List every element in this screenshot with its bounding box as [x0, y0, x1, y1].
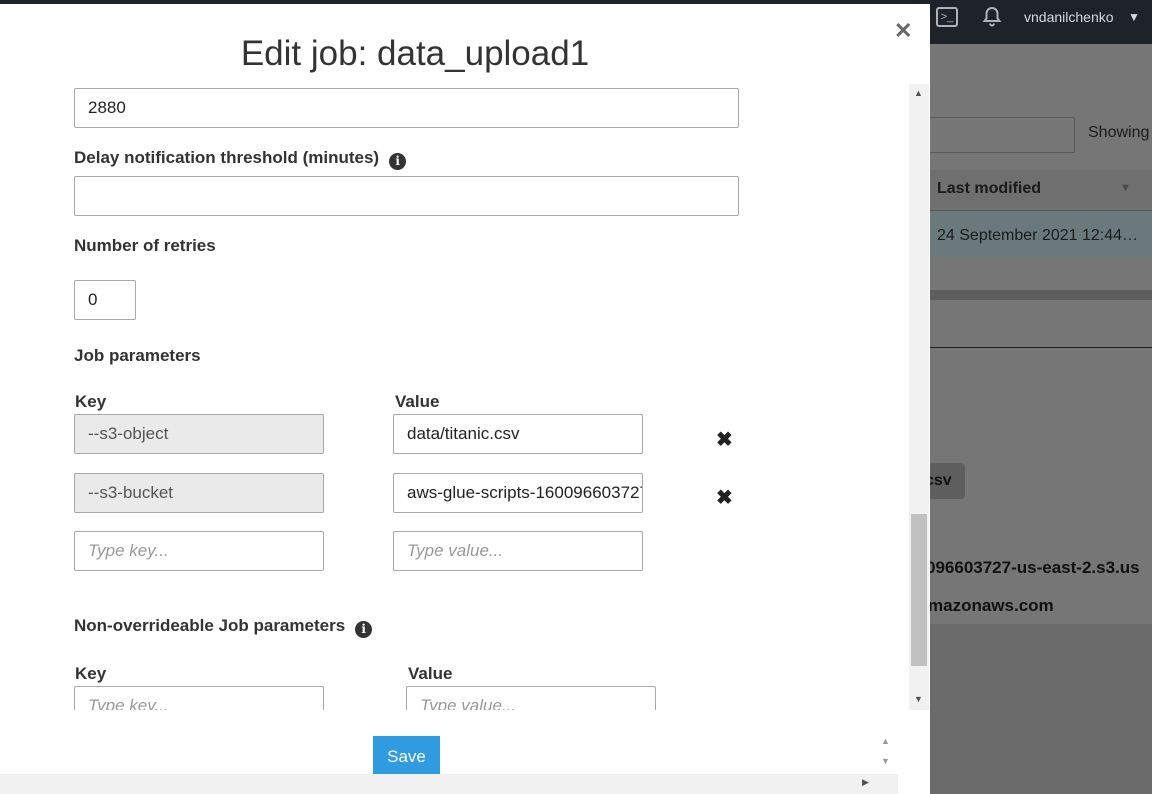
- delay-threshold-label: Delay notification threshold (minutes) i: [74, 148, 407, 170]
- non-override-key-input[interactable]: Type key...: [74, 686, 324, 710]
- scroll-up-icon[interactable]: ▲: [914, 88, 923, 98]
- non-override-key-header: Key: [75, 664, 107, 683]
- sort-icon: ▼: [1120, 182, 1131, 194]
- param-key-input[interactable]: --s3-bucket: [74, 473, 324, 513]
- modal-title: Edit job: data_upload1: [240, 34, 590, 73]
- param-value-input[interactable]: aws-glue-scripts-160096603727: [393, 473, 643, 513]
- last-modified-cell: 24 September 2021 12:44…: [937, 227, 1139, 244]
- delay-threshold-text: Delay notification threshold (minutes): [74, 148, 380, 167]
- info-icon[interactable]: i: [389, 153, 407, 170]
- modal-footer: Save ▲ ▼ ▶: [0, 712, 930, 794]
- scroll-right-icon[interactable]: ▶: [862, 777, 869, 788]
- bell-icon[interactable]: [982, 6, 1002, 28]
- timeout-input[interactable]: 2880: [74, 88, 739, 128]
- scroll-up-icon[interactable]: ▲: [881, 736, 890, 746]
- horizontal-scrollbar[interactable]: ▶: [0, 774, 898, 794]
- background-table-header: Last modified ▼: [925, 170, 1152, 211]
- remove-param-icon[interactable]: ✖: [716, 427, 733, 452]
- scroll-down-icon[interactable]: ▼: [881, 756, 890, 766]
- vertical-scrollbar[interactable]: ▲ ▼: [909, 84, 929, 710]
- retries-label: Number of retries: [74, 236, 216, 255]
- non-override-value-header: Value: [408, 664, 453, 683]
- footer-scrollbar[interactable]: ▲ ▼: [876, 734, 896, 774]
- remove-param-icon[interactable]: ✖: [716, 485, 733, 510]
- save-button[interactable]: Save: [373, 736, 440, 778]
- non-overrideable-label: Non-overrideable Job parameters i: [74, 616, 373, 638]
- background-showing-label: Showing: [1088, 124, 1150, 141]
- non-overrideable-text: Non-overrideable Job parameters: [74, 616, 346, 635]
- background-search-input: [915, 117, 1075, 153]
- retries-input[interactable]: 0: [74, 280, 136, 320]
- param-key-input[interactable]: --s3-object: [74, 414, 324, 454]
- user-menu[interactable]: vndanilchenko: [1024, 9, 1114, 25]
- scroll-down-icon[interactable]: ▼: [914, 694, 923, 704]
- job-parameters-label: Job parameters: [74, 346, 201, 365]
- value-header: Value: [395, 392, 440, 411]
- param-value-input[interactable]: data/titanic.csv: [393, 414, 643, 454]
- new-param-value-input[interactable]: Type value...: [393, 531, 643, 571]
- cloudshell-icon[interactable]: >_: [936, 7, 958, 27]
- edit-job-modal: Edit job: data_upload1 ✕ 2880 Delay noti…: [0, 4, 930, 794]
- delay-threshold-input[interactable]: [74, 176, 739, 216]
- non-override-value-input[interactable]: Type value...: [406, 686, 656, 710]
- last-modified-header: Last modified: [937, 180, 1042, 197]
- background-line: [925, 347, 1152, 348]
- modal-scroll-area[interactable]: 2880 Delay notification threshold (minut…: [0, 84, 910, 710]
- background-divider: [925, 290, 1152, 300]
- close-icon[interactable]: ✕: [894, 18, 912, 44]
- background-bucket-text-2: mazonaws.com: [928, 596, 1054, 615]
- scrollbar-thumb[interactable]: [911, 514, 927, 666]
- new-param-key-input[interactable]: Type key...: [74, 531, 324, 571]
- key-header: Key: [75, 392, 107, 411]
- caret-down-icon[interactable]: ▼: [1128, 10, 1140, 24]
- background-table-row: 24 September 2021 12:44…: [925, 211, 1152, 257]
- background-bucket-text: 096603727-us-east-2.s3.us: [926, 558, 1140, 577]
- info-icon[interactable]: i: [355, 621, 373, 638]
